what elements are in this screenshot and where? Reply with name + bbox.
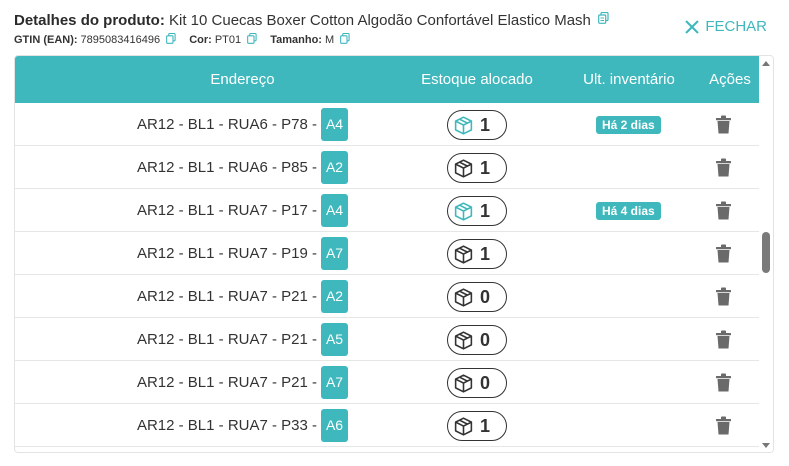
- table-row: AR12 - BL1 - RUA7 - P33 - A6 1: [15, 404, 760, 447]
- box-icon: [454, 373, 473, 393]
- box-icon: [454, 244, 473, 264]
- table-row: AR12 - BL1 - RUA7 - P21 - A7 0: [15, 361, 760, 404]
- address-text: AR12 - BL1 - RUA7 - P33 -: [136, 417, 318, 434]
- tamanho-value: M: [324, 34, 335, 46]
- copy-cor-icon[interactable]: [247, 33, 257, 44]
- allocated-stock-pill: 1: [447, 411, 507, 441]
- allocated-stock-pill: 0: [447, 325, 507, 355]
- cor-value: PT01: [214, 34, 242, 46]
- allocated-stock-pill: 1: [447, 239, 507, 269]
- delete-icon[interactable]: [715, 244, 732, 263]
- address-badge: A2: [321, 280, 349, 313]
- table-row: AR12 - BL1 - RUA6 - P85 - A2 1: [15, 146, 760, 189]
- address-badge: A2: [321, 151, 349, 184]
- address-cell: AR12 - BL1 - RUA7 - P33 - A6: [15, 404, 470, 447]
- box-icon: [454, 115, 473, 135]
- address-cell: AR12 - BL1 - RUA7 - P21 - A2: [15, 275, 470, 318]
- column-header-estoque: Estoque alocado: [421, 71, 533, 88]
- address-badge: A4: [321, 194, 349, 227]
- tamanho-label: Tamanho:: [270, 34, 322, 46]
- address-text: AR12 - BL1 - RUA7 - P21 -: [136, 331, 318, 348]
- address-text: AR12 - BL1 - RUA7 - P21 -: [136, 374, 318, 391]
- box-icon: [454, 158, 473, 178]
- close-button-label: FECHAR: [705, 18, 767, 35]
- address-badge: A6: [321, 409, 349, 442]
- copy-tamanho-icon[interactable]: [340, 33, 350, 44]
- address-text: AR12 - BL1 - RUA7 - P17 -: [136, 202, 318, 219]
- allocated-stock-pill: 0: [447, 368, 507, 398]
- address-cell: AR12 - BL1 - RUA7 - P17 - A4: [15, 189, 470, 232]
- box-icon: [454, 287, 473, 307]
- product-title-line: Detalhes do produto: Kit 10 Cuecas Boxer…: [14, 10, 775, 32]
- allocated-stock-pill: 0: [447, 282, 507, 312]
- delete-icon[interactable]: [715, 373, 732, 392]
- cor-group: Cor: PT01: [189, 33, 260, 46]
- table-row: AR12 - BL1 - RUA7 - P17 - A4 1 Há 4 dias: [15, 189, 760, 232]
- address-cell: AR12 - BL1 - RUA6 - P78 - A4: [15, 103, 470, 146]
- allocated-quantity: 1: [480, 415, 491, 436]
- gtin-group: GTIN (EAN): 7895083416496: [14, 33, 179, 46]
- scrollbar-thumb[interactable]: [762, 232, 770, 273]
- allocated-quantity: 0: [480, 372, 491, 393]
- product-title-value: Kit 10 Cuecas Boxer Cotton Algodão Confo…: [169, 12, 591, 29]
- last-inventory-badge: Há 2 dias: [596, 116, 661, 134]
- address-text: AR12 - BL1 - RUA6 - P85 -: [136, 159, 318, 176]
- box-icon: [454, 416, 473, 436]
- allocated-quantity: 1: [480, 157, 491, 178]
- product-details-header: Detalhes do produto: Kit 10 Cuecas Boxer…: [14, 10, 775, 54]
- address-badge: A5: [321, 323, 349, 356]
- tamanho-group: Tamanho: M: [270, 33, 350, 46]
- table-row: AR12 - BL1 - RUA7 - P19 - A7 1: [15, 232, 760, 275]
- copy-gtin-icon[interactable]: [166, 33, 176, 44]
- address-badge: A7: [321, 366, 349, 399]
- allocated-stock-pill: 1: [447, 196, 507, 226]
- table-header: Endereço Estoque alocado Ult. inventário…: [15, 56, 760, 103]
- table-row: AR12 - BL1 - RUA7 - P21 - A2 0: [15, 275, 760, 318]
- address-text: AR12 - BL1 - RUA6 - P78 -: [136, 116, 318, 133]
- allocated-quantity: 1: [480, 114, 491, 135]
- allocated-quantity: 0: [480, 329, 491, 350]
- close-icon: [685, 19, 700, 34]
- stock-allocation-table: Endereço Estoque alocado Ult. inventário…: [14, 55, 774, 453]
- product-meta-line: GTIN (EAN): 7895083416496 Cor: PT01 Tamanh…: [14, 32, 775, 48]
- allocated-quantity: 1: [480, 200, 491, 221]
- table-row: AR12 - BL1 - RUA6 - P78 - A4 1 Há 2 dias: [15, 103, 760, 146]
- gtin-label: GTIN (EAN):: [14, 34, 78, 46]
- address-badge: A4: [321, 108, 349, 141]
- delete-icon[interactable]: [715, 158, 732, 177]
- address-cell: AR12 - BL1 - RUA6 - P85 - A2: [15, 146, 470, 189]
- allocated-stock-pill: 1: [447, 110, 507, 140]
- address-text: AR12 - BL1 - RUA7 - P21 -: [136, 288, 318, 305]
- column-header-endereco: Endereço: [210, 71, 275, 88]
- allocated-quantity: 0: [480, 286, 491, 307]
- product-title-label: Detalhes do produto:: [14, 12, 165, 29]
- address-cell: AR12 - BL1 - RUA7 - P19 - A7: [15, 232, 470, 275]
- scroll-down-arrow[interactable]: [762, 443, 770, 448]
- table-body: AR12 - BL1 - RUA6 - P78 - A4 1 Há 2 dias…: [15, 103, 760, 447]
- address-cell: AR12 - BL1 - RUA7 - P21 - A7: [15, 361, 470, 404]
- address-cell: AR12 - BL1 - RUA7 - P21 - A5: [15, 318, 470, 361]
- cor-label: Cor:: [189, 34, 212, 46]
- gtin-value: 7895083416496: [80, 34, 161, 46]
- copy-icon[interactable]: [598, 12, 609, 24]
- table-row: AR12 - BL1 - RUA7 - P21 - A5 0: [15, 318, 760, 361]
- delete-icon[interactable]: [715, 330, 732, 349]
- address-text: AR12 - BL1 - RUA7 - P19 -: [136, 245, 318, 262]
- last-inventory-badge: Há 4 dias: [596, 202, 661, 220]
- scroll-up-arrow[interactable]: [762, 61, 770, 66]
- close-button[interactable]: FECHAR: [684, 18, 767, 35]
- delete-icon[interactable]: [715, 115, 732, 134]
- column-header-inventario: Ult. inventário: [583, 71, 675, 88]
- delete-icon[interactable]: [715, 416, 732, 435]
- box-icon: [454, 201, 473, 221]
- column-header-acoes: Ações: [709, 71, 751, 88]
- address-badge: A7: [321, 237, 349, 270]
- delete-icon[interactable]: [715, 287, 732, 306]
- box-icon: [454, 330, 473, 350]
- vertical-scrollbar[interactable]: [759, 56, 773, 452]
- allocated-stock-pill: 1: [447, 153, 507, 183]
- delete-icon[interactable]: [715, 201, 732, 220]
- allocated-quantity: 1: [480, 243, 491, 264]
